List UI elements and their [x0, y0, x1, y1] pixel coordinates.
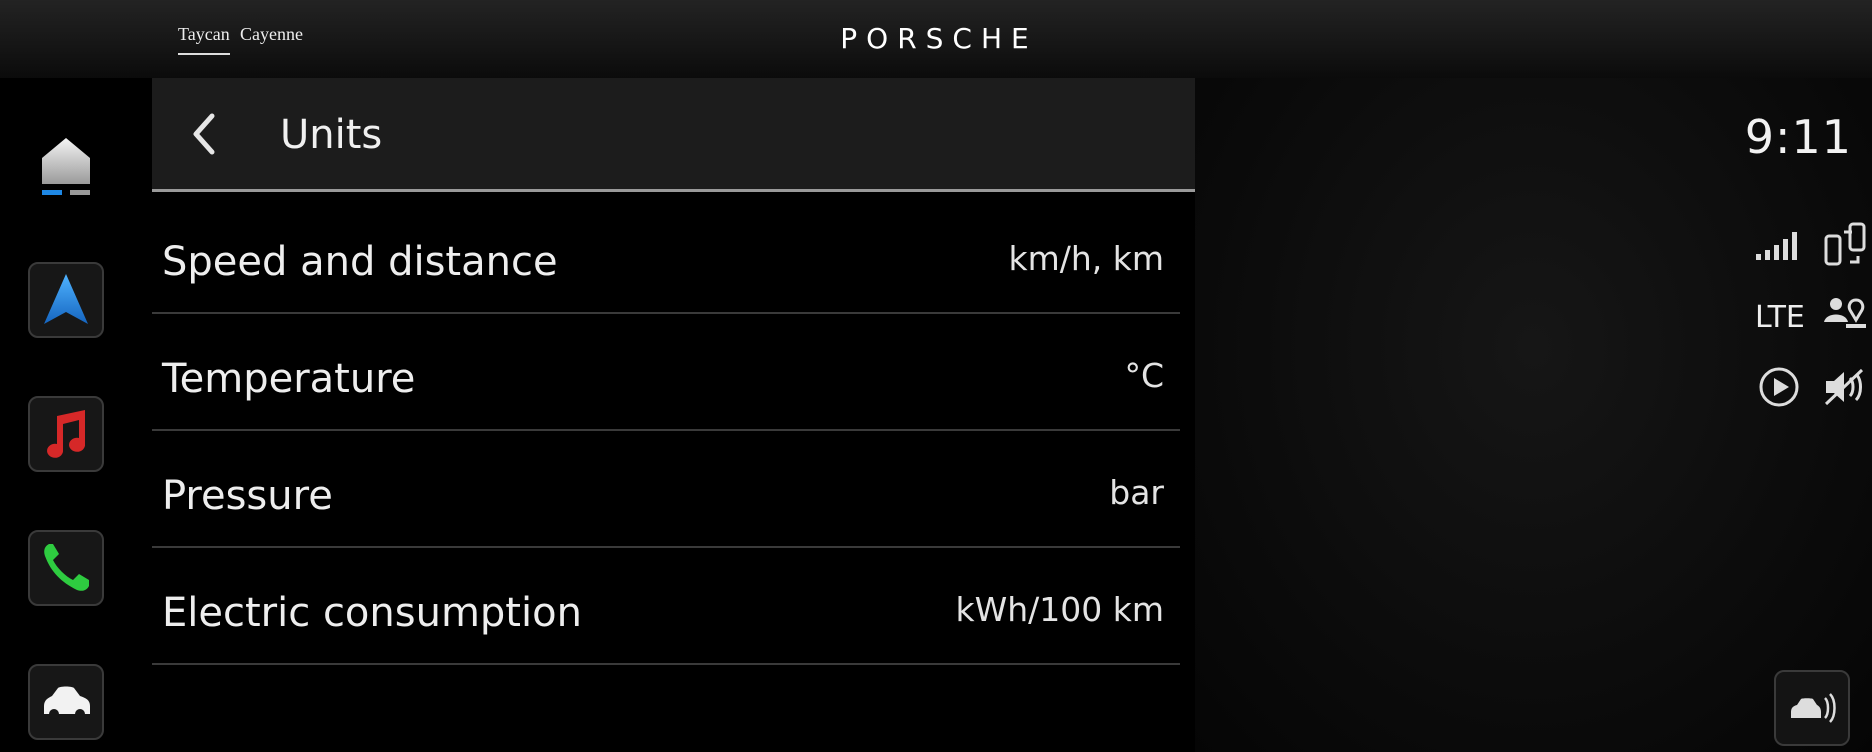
play-icon[interactable] [1758, 366, 1800, 408]
chevron-left-icon [193, 113, 215, 155]
back-button[interactable] [190, 112, 220, 156]
car-assist-button[interactable] [1774, 670, 1850, 746]
setting-row-temperature[interactable]: Temperature °C [152, 316, 1180, 431]
row-label: Pressure [162, 473, 333, 519]
row-label: Speed and distance [162, 239, 558, 285]
row-value: kWh/100 km [955, 590, 1164, 629]
navigation-icon [44, 274, 88, 324]
row-label: Electric consumption [162, 590, 582, 636]
brand-logo: PORSCHE [840, 22, 1038, 55]
clock: 9:11 [1744, 110, 1852, 164]
user-location-icon [1824, 298, 1866, 328]
car-button[interactable] [28, 664, 104, 740]
phone-icon [44, 544, 89, 591]
signal-icon [1756, 232, 1797, 260]
tab-taycan[interactable]: Taycan [178, 24, 230, 55]
row-label: Temperature [162, 356, 416, 402]
row-value: km/h, km [1008, 239, 1164, 278]
status-panel-background [1195, 78, 1872, 752]
setting-row-electric-consumption[interactable]: Electric consumption kWh/100 km [152, 550, 1180, 665]
navigation-button[interactable] [28, 262, 104, 338]
car-assist-icon [1791, 693, 1836, 723]
home-button[interactable] [38, 134, 94, 198]
setting-row-pressure[interactable]: Pressure bar [152, 433, 1180, 548]
phone-connection-icon [1824, 222, 1866, 266]
row-value: °C [1124, 356, 1164, 395]
network-label: LTE [1755, 300, 1805, 335]
setting-row-speed-distance[interactable]: Speed and distance km/h, km [152, 199, 1180, 314]
tab-cayenne[interactable]: Cayenne [240, 24, 303, 45]
phone-button[interactable] [28, 530, 104, 606]
page-title: Units [280, 112, 383, 158]
settings-header: Units [152, 78, 1195, 192]
car-icon [44, 686, 90, 719]
music-icon [47, 410, 86, 458]
mute-icon[interactable] [1822, 366, 1868, 408]
top-bar: Taycan Cayenne PORSCHE [0, 0, 1872, 78]
home-icon [42, 138, 90, 195]
row-value: bar [1109, 473, 1164, 512]
music-button[interactable] [28, 396, 104, 472]
